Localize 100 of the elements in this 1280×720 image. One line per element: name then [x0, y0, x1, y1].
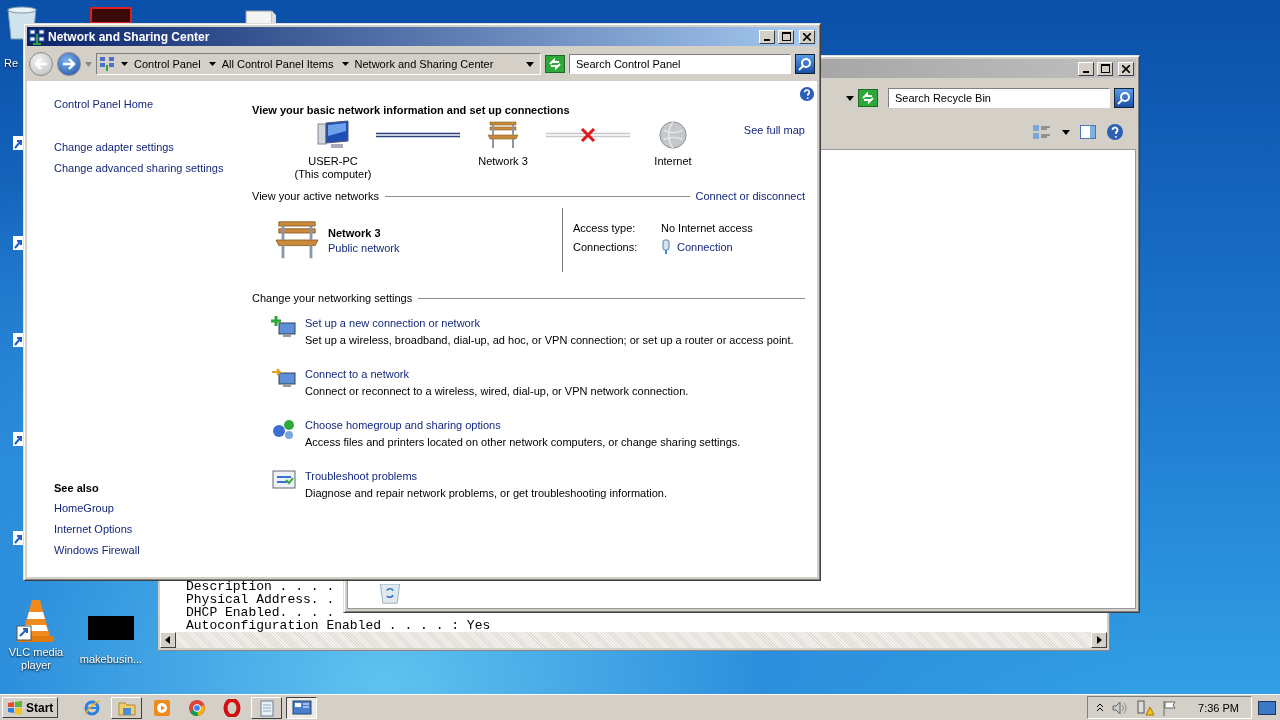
connection-link[interactable]: Connection — [677, 241, 733, 253]
notepad-icon — [257, 698, 276, 717]
node-label: Internet — [654, 155, 692, 168]
clock: 7:36 PM — [1198, 701, 1239, 714]
section-heading: See also — [54, 482, 100, 494]
connect-disconnect-link[interactable]: Connect or disconnect — [695, 190, 805, 202]
sidebar-link[interactable]: Internet Options — [54, 523, 252, 536]
caret-icon[interactable] — [846, 95, 854, 101]
refresh-button[interactable] — [858, 89, 878, 107]
task-description: Set up a wireless, broadband, dial-up, ad hoc, or VPN connection; or set up a router or access point. — [305, 334, 794, 346]
node-label: USER-PC — [308, 155, 358, 168]
taskbar-folder-button[interactable] — [111, 696, 143, 719]
search-button[interactable] — [795, 54, 815, 74]
window-title: Network and Sharing Center — [48, 29, 210, 44]
forward-button[interactable] — [57, 52, 81, 76]
left-arrow-icon — [165, 636, 171, 644]
console-line: Description . . . . — [186, 580, 335, 593]
maximize-button[interactable] — [778, 29, 794, 44]
plug-icon — [661, 239, 671, 255]
ring-icon — [222, 698, 241, 717]
show-desktop-icon[interactable] — [1258, 700, 1276, 715]
taskbar-network-window-button[interactable] — [286, 696, 318, 719]
task-link[interactable]: Choose homegroup and sharing options — [305, 419, 741, 431]
breadcrumb-item[interactable]: Network and Sharing Center — [354, 58, 494, 70]
homegroup-icon — [271, 417, 297, 441]
sidebar-link[interactable]: Windows Firewall — [54, 544, 252, 557]
caret-icon[interactable] — [1062, 129, 1070, 135]
close-icon — [803, 32, 811, 41]
refresh-icon — [548, 58, 562, 70]
caret-icon[interactable] — [341, 62, 349, 66]
property-label: Access type: — [573, 222, 637, 234]
caret-icon[interactable] — [526, 61, 534, 67]
media-player-icon — [152, 698, 171, 717]
taskbar-notepad-button[interactable] — [251, 696, 283, 719]
horizontal-scrollbar[interactable] — [160, 632, 1107, 648]
address-field[interactable]: Control Panel All Control Panel Items Network and Sharing Center — [96, 53, 541, 75]
show-hidden-icons-icon[interactable] — [1096, 703, 1105, 712]
speaker-icon[interactable] — [1112, 700, 1129, 715]
breadcrumb-item[interactable]: Control Panel — [134, 58, 201, 70]
preview-pane-icon[interactable] — [1080, 125, 1096, 139]
browser-icon — [82, 698, 101, 717]
see-full-map-link[interactable]: See full map — [743, 124, 805, 136]
network-type-link[interactable]: Public network — [328, 241, 400, 254]
connect-network-icon — [271, 366, 297, 390]
minimize-button[interactable] — [759, 29, 775, 44]
console-line: DHCP Enabled. . . . — [186, 606, 335, 619]
sidebar-link[interactable]: Control Panel Home — [54, 98, 252, 111]
close-icon — [1122, 64, 1130, 73]
caret-icon[interactable] — [121, 62, 128, 66]
flag-icon[interactable] — [1162, 699, 1179, 716]
window-icon — [291, 698, 312, 717]
file-thumbnail-icon[interactable] — [88, 616, 134, 640]
help-icon[interactable] — [799, 86, 815, 102]
start-button[interactable]: Start — [2, 697, 59, 718]
page-heading: View your basic network information and set up connections — [252, 104, 571, 116]
breadcrumb-item[interactable]: All Control Panel Items — [221, 58, 334, 70]
console-line: Autoconfiguration Enabled . . . . : Yes — [186, 619, 491, 632]
task-description: Diagnose and repair network problems, or get troubleshooting information. — [305, 487, 667, 499]
computer-icon[interactable] — [316, 120, 350, 150]
back-arrow-icon — [34, 58, 48, 70]
search-field[interactable]: Search Control Panel — [569, 54, 791, 74]
scroll-right-button[interactable] — [1091, 632, 1107, 648]
task-description: Connect or reconnect to a wireless, wired, dial-up, or VPN network connection. — [305, 385, 689, 397]
task-description: Access files and printers located on other network computers, or change sharing settings. — [305, 436, 741, 448]
caret-icon[interactable] — [208, 62, 216, 66]
bench-icon — [272, 219, 322, 261]
node-sublabel: (This computer) — [294, 168, 372, 181]
windows-flag-icon — [7, 700, 23, 715]
globe-icon[interactable] — [658, 120, 688, 150]
console-line: Physical Address. . — [186, 593, 335, 606]
search-icon — [1117, 91, 1131, 105]
desktop-icon-label[interactable]: Re — [4, 57, 19, 70]
property-value: No Internet access — [661, 222, 753, 234]
browser-icon — [187, 698, 206, 717]
refresh-button[interactable] — [545, 55, 565, 73]
sidebar-link[interactable]: HomeGroup — [54, 502, 252, 515]
search-field[interactable]: Search Recycle Bin — [888, 88, 1110, 108]
close-button[interactable] — [799, 29, 815, 44]
folder-icon — [117, 699, 136, 716]
troubleshoot-icon — [271, 468, 297, 492]
sidebar-link[interactable]: Change adapter settings — [54, 141, 252, 154]
task-link[interactable]: Troubleshoot problems — [305, 470, 667, 482]
search-button[interactable] — [1114, 88, 1134, 108]
bench-icon[interactable] — [486, 120, 520, 150]
new-connection-icon — [271, 315, 297, 339]
scroll-left-button[interactable] — [160, 632, 176, 648]
task-link[interactable]: Set up a new connection or network — [305, 317, 794, 329]
forward-arrow-icon — [62, 58, 76, 70]
task-link[interactable]: Connect to a network — [305, 368, 689, 380]
help-icon[interactable] — [1106, 123, 1124, 141]
section-heading: View your active networks — [252, 190, 379, 202]
sidebar-link[interactable]: Change advanced sharing settings — [54, 162, 252, 175]
minimize-icon — [764, 38, 770, 41]
network-name: Network 3 — [328, 226, 382, 239]
property-label: Connections: — [573, 241, 639, 253]
maximize-icon — [781, 32, 791, 41]
maximize-icon — [1100, 64, 1110, 73]
right-arrow-icon — [1096, 636, 1102, 644]
node-label: Network 3 — [478, 155, 528, 168]
back-button[interactable] — [29, 52, 53, 76]
